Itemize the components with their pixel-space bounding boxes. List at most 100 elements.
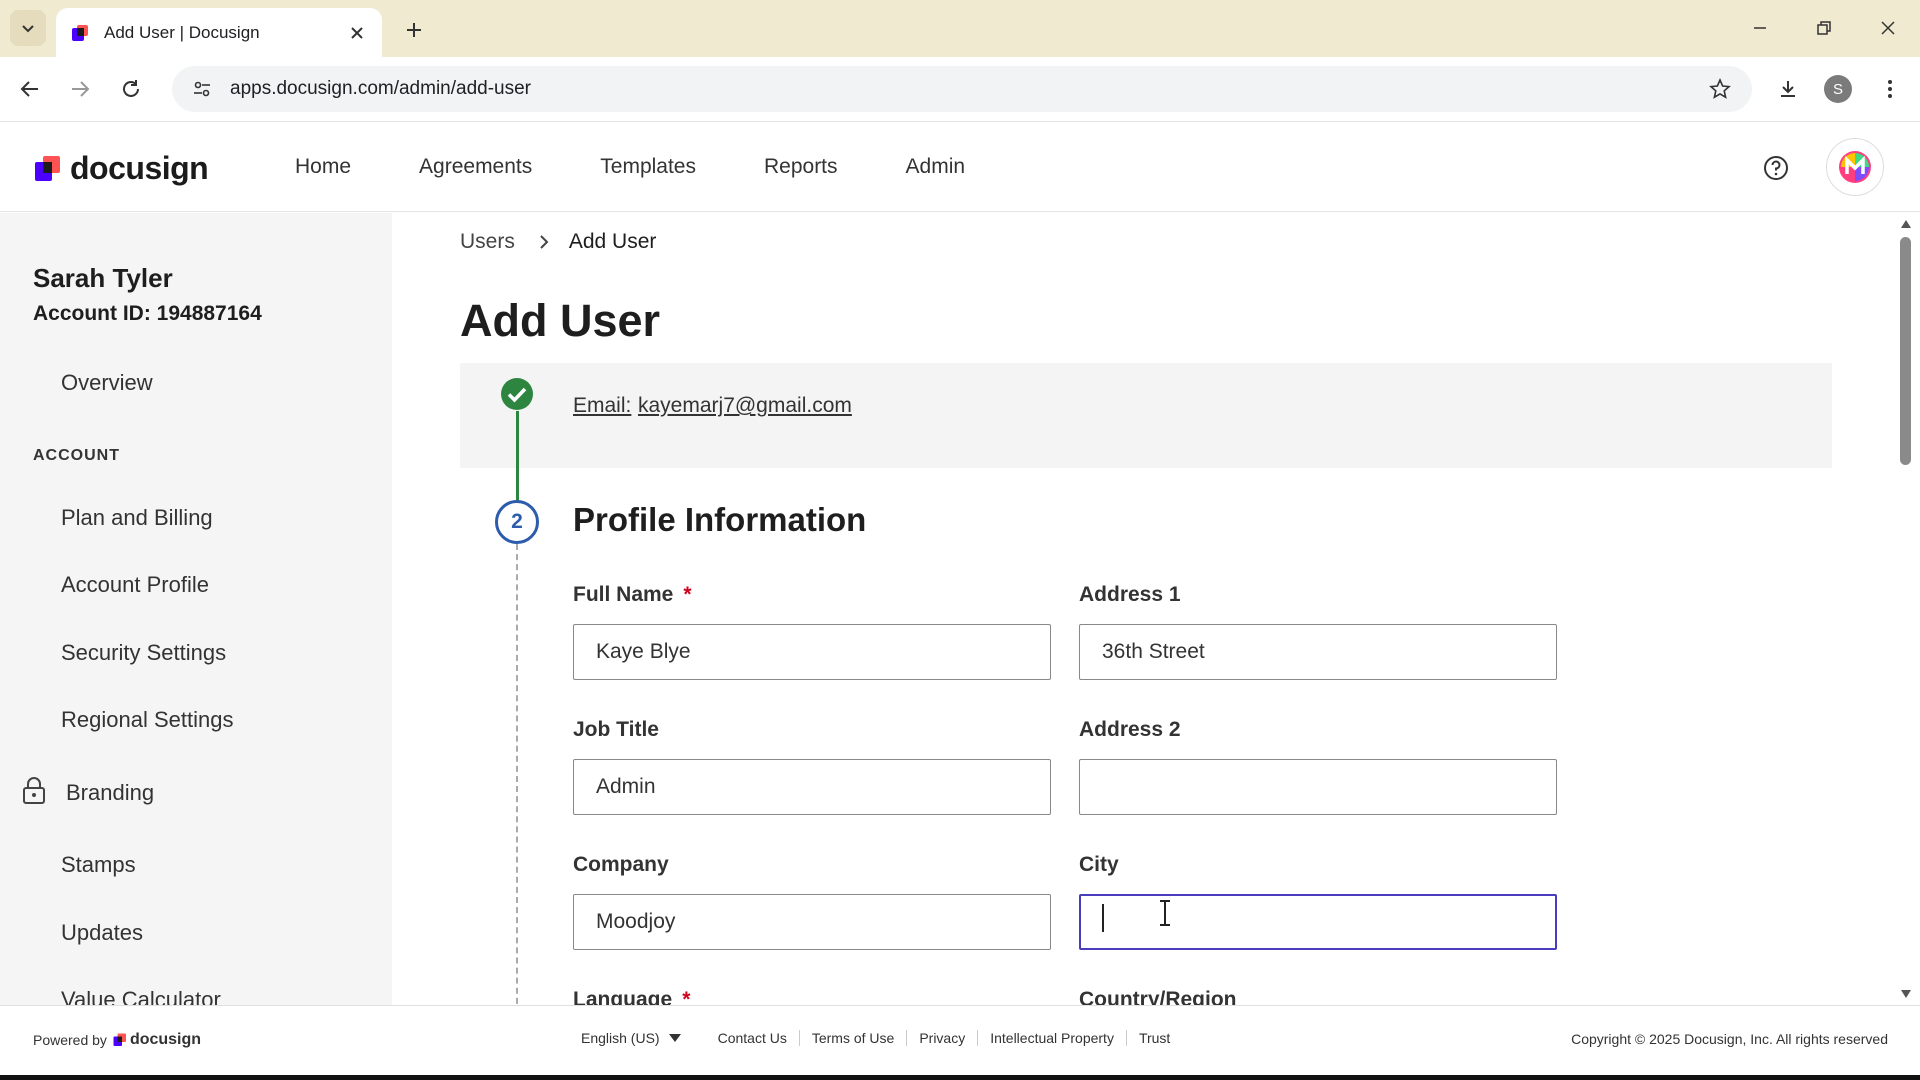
footer-link-privacy[interactable]: Privacy xyxy=(906,1030,977,1046)
profile-avatar: S xyxy=(1824,75,1852,103)
new-tab-button[interactable] xyxy=(398,14,430,46)
site-info-button[interactable] xyxy=(182,69,222,109)
chevron-down-icon xyxy=(22,25,34,33)
sidebar-item-security-settings[interactable]: Security Settings xyxy=(61,640,226,666)
footer-link-intellectual-property[interactable]: Intellectual Property xyxy=(977,1030,1126,1046)
text-cursor-icon xyxy=(1160,900,1170,926)
nav-reports[interactable]: Reports xyxy=(764,155,838,179)
bookmark-button[interactable] xyxy=(1700,69,1740,109)
city-input[interactable] xyxy=(1079,894,1557,950)
forward-button[interactable] xyxy=(62,71,98,107)
sidebar-item-account-profile[interactable]: Account Profile xyxy=(61,572,209,598)
back-button[interactable] xyxy=(12,71,48,107)
job-title-label: Job Title xyxy=(573,718,659,741)
footer-link-contact-us[interactable]: Contact Us xyxy=(706,1030,799,1046)
sidebar: Sarah Tyler Account ID: 194887164 Overvi… xyxy=(0,213,392,1005)
close-window-button[interactable] xyxy=(1868,12,1908,44)
tab-close-button[interactable] xyxy=(346,22,368,44)
sidebar-item-plan-and-billing[interactable]: Plan and Billing xyxy=(61,505,213,531)
full-name-input[interactable] xyxy=(573,624,1051,680)
tab-search-button[interactable] xyxy=(10,10,46,46)
star-icon xyxy=(1709,78,1731,99)
minimize-button[interactable] xyxy=(1740,12,1780,44)
page-title: Add User xyxy=(460,295,661,346)
section-title-profile-information: Profile Information xyxy=(573,501,867,538)
nav-agreements[interactable]: Agreements xyxy=(419,155,532,179)
chevron-right-icon xyxy=(540,235,549,249)
footer-links: English (US) Contact Us Terms of Use Pri… xyxy=(581,1030,1182,1046)
page-scrollbar[interactable] xyxy=(1892,213,1920,1005)
nav-templates[interactable]: Templates xyxy=(600,155,696,179)
app-header: docusign Home Agreements Templates Repor… xyxy=(0,122,1920,212)
footer-logo-text: docusign xyxy=(129,1031,202,1048)
address2-input[interactable] xyxy=(1079,759,1557,815)
arrow-left-icon xyxy=(20,81,38,97)
sidebar-account-id: Account ID: 194887164 xyxy=(33,302,262,325)
reload-icon xyxy=(123,80,139,97)
docusign-favicon-icon xyxy=(72,24,88,41)
sidebar-item-updates[interactable]: Updates xyxy=(61,920,143,946)
browser-menu-button[interactable] xyxy=(1872,71,1908,107)
reload-button[interactable] xyxy=(113,71,149,107)
url-text: apps.docusign.com/admin/add-user xyxy=(230,78,532,99)
nav-home[interactable]: Home xyxy=(295,155,351,179)
docusign-logo-mark-icon xyxy=(113,1033,126,1046)
sidebar-item-value-calculator[interactable]: Value Calculator xyxy=(61,987,221,1005)
user-avatar-icon xyxy=(1839,151,1871,183)
powered-by-text: Powered by xyxy=(33,1032,107,1048)
breadcrumb: Users Add User xyxy=(460,230,656,254)
browser-toolbar: apps.docusign.com/admin/add-user S xyxy=(0,57,1920,122)
step-connector-complete xyxy=(516,411,519,514)
close-icon xyxy=(351,26,363,39)
minimize-icon xyxy=(1754,27,1766,29)
help-button[interactable] xyxy=(1760,152,1792,184)
sidebar-item-regional-settings[interactable]: Regional Settings xyxy=(61,707,233,733)
breadcrumb-users-link[interactable]: Users xyxy=(460,230,515,254)
company-label: Company xyxy=(573,853,669,876)
downloads-button[interactable] xyxy=(1770,71,1806,107)
scroll-down-arrow-icon[interactable] xyxy=(1900,989,1912,999)
breadcrumb-current: Add User xyxy=(568,230,657,253)
main-content: Users Add User Add User Email: kayemarj7… xyxy=(392,213,1892,1005)
footer-link-trust[interactable]: Trust xyxy=(1125,1030,1182,1046)
full-name-label-text: Full Name xyxy=(573,583,674,606)
restore-icon xyxy=(1817,21,1831,35)
profile-button[interactable]: S xyxy=(1820,71,1856,107)
page-footer: Powered by docusign English (US) Contact… xyxy=(0,1005,1920,1075)
scroll-up-arrow-icon[interactable] xyxy=(1900,219,1912,229)
sidebar-user-name: Sarah Tyler xyxy=(33,263,173,293)
address1-input[interactable] xyxy=(1079,624,1557,680)
docusign-logo-mark-icon xyxy=(35,155,60,181)
powered-by: Powered by docusign xyxy=(33,1031,201,1049)
window-bottom-edge xyxy=(0,1075,1920,1080)
full-name-label: Full Name * xyxy=(573,583,692,607)
nav-admin[interactable]: Admin xyxy=(906,155,966,179)
step-email-label[interactable]: Email: xyxy=(573,394,631,418)
country-region-label: Country/Region xyxy=(1079,988,1237,1005)
company-input[interactable] xyxy=(573,894,1051,950)
sidebar-item-branding[interactable]: Branding xyxy=(66,780,154,806)
arrow-right-icon xyxy=(72,81,90,97)
tune-icon xyxy=(194,81,210,97)
close-icon xyxy=(1881,21,1895,35)
docusign-logo[interactable]: docusign xyxy=(34,150,209,187)
address2-label: Address 2 xyxy=(1079,718,1181,741)
check-circle-icon xyxy=(501,378,533,410)
sidebar-item-overview[interactable]: Overview xyxy=(61,370,153,396)
sidebar-item-stamps[interactable]: Stamps xyxy=(61,852,136,878)
user-avatar-button[interactable] xyxy=(1826,138,1884,196)
text-caret xyxy=(1102,904,1104,932)
step-email-value[interactable]: kayemarj7@gmail.com xyxy=(638,394,852,418)
city-label: City xyxy=(1079,853,1119,876)
restore-button[interactable] xyxy=(1804,12,1844,44)
address-bar[interactable]: apps.docusign.com/admin/add-user xyxy=(172,66,1752,112)
job-title-input[interactable] xyxy=(573,759,1051,815)
browser-tab-active[interactable]: Add User | Docusign xyxy=(56,8,382,57)
tab-title: Add User | Docusign xyxy=(104,22,260,42)
step-number-badge: 2 xyxy=(495,500,539,544)
language-label: Language * xyxy=(573,988,690,1005)
footer-link-terms-of-use[interactable]: Terms of Use xyxy=(798,1030,906,1046)
scrollbar-thumb[interactable] xyxy=(1900,237,1911,465)
logo-text: docusign xyxy=(70,150,209,186)
language-selector[interactable]: English (US) xyxy=(581,1030,682,1046)
